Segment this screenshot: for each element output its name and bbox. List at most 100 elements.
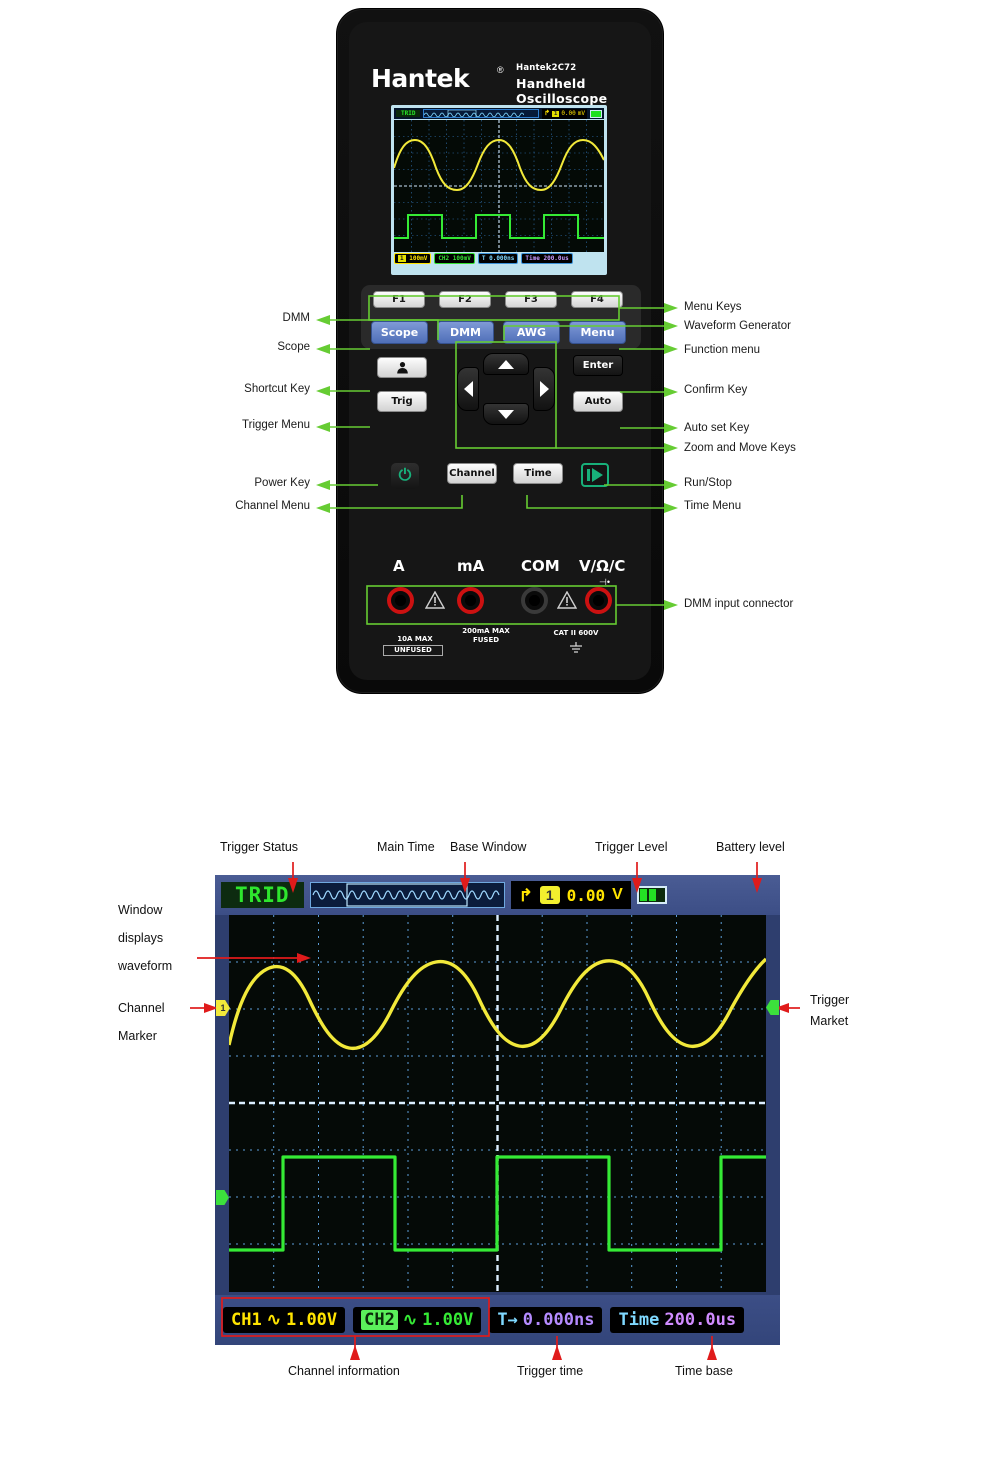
callout-waveform-generator: Waveform Generator xyxy=(684,320,791,332)
key-dmm[interactable]: DMM xyxy=(437,321,494,344)
screen-timebase-info: Time 200.0us xyxy=(610,1307,745,1333)
jack-hole-icon xyxy=(465,595,476,606)
callout-dmm: DMM xyxy=(282,312,310,324)
key-auto[interactable]: Auto xyxy=(573,391,623,412)
callout-run-stop: Run/Stop xyxy=(684,477,732,489)
terminal-label-v-ohm-c: V/Ω/C xyxy=(579,557,626,575)
device-model: Hantek2C72 xyxy=(516,63,577,73)
key-nav-down[interactable] xyxy=(483,403,529,425)
screen-trigger-time-label: T→ xyxy=(497,1310,518,1330)
earth-ground-icon xyxy=(569,641,583,659)
lcd-ch1-label: 1 xyxy=(398,255,406,262)
key-scope[interactable]: Scope xyxy=(371,321,428,344)
key-enter[interactable]: Enter xyxy=(573,355,623,376)
screen-trigger-level: 0.00 xyxy=(566,885,606,905)
key-awg[interactable]: AWG xyxy=(503,321,560,344)
callout-shortcut-key: Shortcut Key xyxy=(244,383,310,395)
key-f3[interactable]: F3 xyxy=(505,291,557,308)
warning-triangle-icon xyxy=(557,591,577,609)
oscilloscope-device: Hantek ® Hantek2C72 Handheld Oscilloscop… xyxy=(336,8,664,694)
warning-triangle-icon xyxy=(425,591,445,609)
key-power[interactable]: ⏻ xyxy=(391,463,419,489)
screen-trigger-time-info: T→ 0.000ns xyxy=(489,1307,603,1333)
callout-window-displays-waveform-l2: displays xyxy=(118,931,164,945)
key-nav-left[interactable] xyxy=(457,367,479,411)
ac-coupling-icon: ∿ xyxy=(266,1310,281,1330)
key-f1[interactable]: F1 xyxy=(373,291,425,308)
arrow-left-icon xyxy=(463,381,473,397)
screen-trigger-channel: 1 xyxy=(539,886,560,904)
callout-dmm-input-connector: DMM input connector xyxy=(684,598,794,610)
lcd-trigger-level: 0.00 xyxy=(561,110,576,117)
screen-bottom-bar: CH1 ∿ 1.00V CH2 ∿ 1.00V T→ 0.000ns Time … xyxy=(215,1295,780,1345)
power-icon: ⏻ xyxy=(398,467,412,484)
arrow-down-icon xyxy=(498,409,514,419)
callout-trigger-time: Trigger time xyxy=(517,1364,584,1378)
lcd-trigger-time-label: T xyxy=(481,255,486,262)
lcd-ch2-label: CH2 xyxy=(438,255,450,262)
key-nav-up[interactable] xyxy=(483,353,529,375)
screen-timebase-label: Time xyxy=(618,1310,660,1330)
terminal-label-ma: mA xyxy=(457,557,485,575)
callout-confirm-key: Confirm Key xyxy=(684,384,748,396)
person-icon xyxy=(396,362,408,374)
ac-coupling-icon: ∿ xyxy=(402,1310,418,1330)
device-keypad: F1 F2 F3 F4 Scope DMM AWG Menu Trig Ente… xyxy=(361,285,641,523)
jack-com[interactable] xyxy=(521,587,548,614)
key-shortcut[interactable] xyxy=(377,357,427,378)
jack-hole-icon xyxy=(529,595,540,606)
callout-trigger-market-l2: Market xyxy=(810,1014,849,1028)
key-menu[interactable]: Menu xyxy=(569,321,626,344)
callout-power-key: Power Key xyxy=(254,477,310,489)
callout-function-menu: Function menu xyxy=(684,344,761,356)
lcd-status-bar: TRID ↱ 1 0.00 mV xyxy=(394,108,604,119)
screen-trigger-time: 0.000ns xyxy=(522,1310,595,1330)
callout-channel-information: Channel information xyxy=(288,1364,400,1378)
key-channel[interactable]: Channel xyxy=(447,463,497,484)
lcd-trigger-status: TRID xyxy=(396,110,421,117)
screen-ch2-scale: 1.00V xyxy=(422,1310,474,1330)
callout-channel-marker-l1: Channel xyxy=(118,1001,165,1015)
jack-ma[interactable] xyxy=(457,587,484,614)
rating-ma-line1: 200mA MAX xyxy=(462,627,510,635)
key-f2[interactable]: F2 xyxy=(439,291,491,308)
key-trig[interactable]: Trig xyxy=(377,391,427,412)
screen-trigger-info: ↱ 1 0.00 V xyxy=(510,881,631,909)
key-nav-right[interactable] xyxy=(533,367,555,411)
lcd-trigger-time: 0.000ns xyxy=(489,255,515,262)
screen-trigger-status: TRID xyxy=(221,882,304,908)
rating-cat: CAT II 600V xyxy=(553,629,599,637)
key-run-stop[interactable] xyxy=(581,463,609,487)
callout-trigger-status: Trigger Status xyxy=(220,840,299,854)
key-f4[interactable]: F4 xyxy=(571,291,623,308)
lcd-ch1-info: 1 100mV xyxy=(394,253,432,264)
page-root: Hantek ® Hantek2C72 Handheld Oscilloscop… xyxy=(0,0,1000,1474)
callout-menu-keys: Menu Keys xyxy=(684,301,742,313)
run-stop-play-icon xyxy=(592,468,603,482)
screen-ch1-info: CH1 ∿ 1.00V xyxy=(223,1307,346,1333)
callout-time-base: Time base xyxy=(675,1364,733,1378)
lcd-waveform-area xyxy=(394,120,604,252)
rating-ma-line2: FUSED xyxy=(472,636,500,644)
lcd-ch2-info: CH2 100mV xyxy=(434,253,475,264)
arrow-up-icon xyxy=(498,359,514,369)
callout-time-menu: Time Menu xyxy=(684,500,742,512)
callout-window-displays-waveform-l1: Window xyxy=(118,903,163,917)
screen-status-bar: TRID ↱ 1 0.00 V xyxy=(215,875,780,915)
main-timebase-window xyxy=(309,882,505,908)
key-time[interactable]: Time xyxy=(513,463,563,484)
rating-a-line1: 10A MAX xyxy=(397,635,433,643)
run-stop-bar-icon xyxy=(587,469,590,481)
screen-ch1-scale: 1.00V xyxy=(285,1310,338,1330)
jack-a[interactable] xyxy=(387,587,414,614)
screen-trigger-level-unit: V xyxy=(612,886,623,903)
jack-v-ohm-c[interactable] xyxy=(585,587,612,614)
screen-ch2-info: CH2 ∿ 1.00V xyxy=(353,1307,482,1333)
screen-detail-figure: TRID ↱ 1 0.00 V CH1 ∿ 1.00V CH2 ∿ 1.00V … xyxy=(0,800,1000,1420)
trigger-slope-rising-icon: ↱ xyxy=(518,885,533,905)
waveform-display xyxy=(229,915,766,1292)
callout-trigger-menu: Trigger Menu xyxy=(242,419,310,431)
device-lcd: TRID ↱ 1 0.00 mV 1 100mV CH2 100mV T 0.0… xyxy=(391,105,607,275)
callout-base-window: Base Window xyxy=(450,840,527,854)
callout-battery-level: Battery level xyxy=(716,840,785,854)
